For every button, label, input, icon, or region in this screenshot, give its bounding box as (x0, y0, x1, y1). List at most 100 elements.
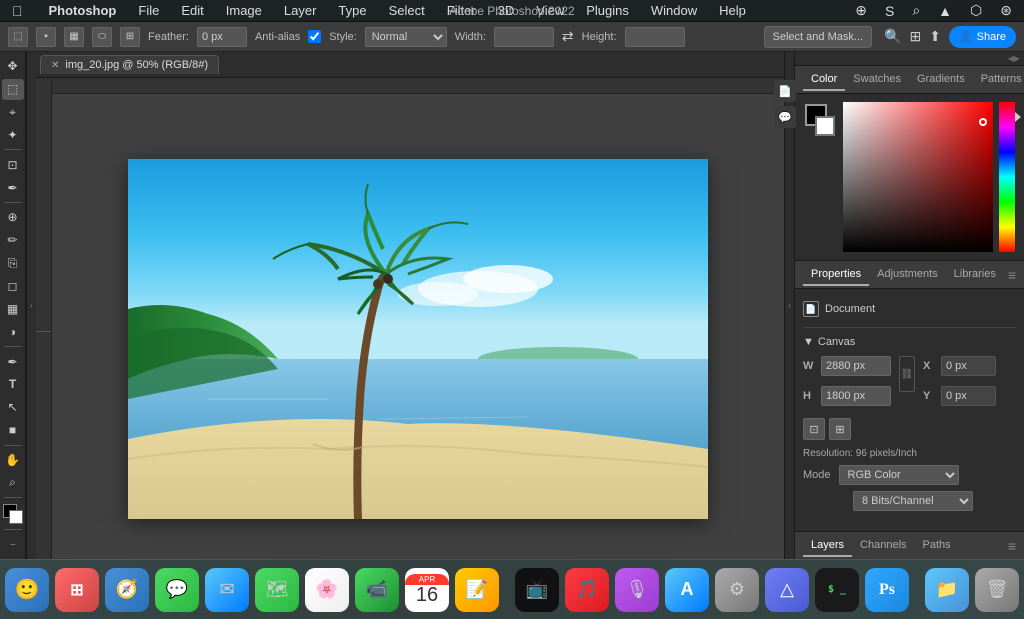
dock-photoshop[interactable]: Ps (865, 568, 909, 612)
mode-select[interactable]: RGB Color CMYK Color Grayscale Lab Color (839, 465, 959, 485)
height-input[interactable] (625, 27, 685, 47)
color-spectrum-bar[interactable] (999, 102, 1015, 252)
dock-appletv[interactable]: 📺 (515, 568, 559, 612)
tool-zoom[interactable]: ⌕ (2, 472, 24, 493)
tool-pen[interactable]: ✒ (2, 351, 24, 372)
properties-panel-menu-icon[interactable]: ≡ (1008, 267, 1016, 283)
tool-eyedropper[interactable]: ✒ (2, 177, 24, 198)
dock-altimeter[interactable]: △ (765, 568, 809, 612)
menu-type[interactable]: Type (334, 2, 370, 19)
width-input[interactable] (494, 27, 554, 47)
canvas-height-input[interactable] (821, 386, 891, 406)
dock-mail[interactable]: ✉ (205, 568, 249, 612)
dock-terminal[interactable]: $ _ (815, 568, 859, 612)
canvas-section-header[interactable]: ▼ Canvas (803, 336, 1016, 348)
share-button[interactable]: 👤 Share (949, 26, 1016, 48)
airdrop-icon[interactable]: ▲ (934, 2, 956, 20)
canvas-y-input[interactable] (941, 386, 996, 406)
anti-alias-checkbox[interactable] (308, 30, 321, 43)
dock-podcasts[interactable]: 🎙 (615, 568, 659, 612)
menu-edit[interactable]: Edit (177, 2, 207, 19)
tool-clone[interactable]: ⎘ (2, 253, 24, 274)
tool-shape-3[interactable]: ⬭ (92, 27, 112, 47)
panel-search-icon[interactable]: 🔍 (884, 28, 901, 45)
tool-shape-2[interactable]: ▦ (64, 27, 84, 47)
tab-color[interactable]: Color (803, 69, 845, 91)
menu-plugins[interactable]: Plugins (582, 2, 633, 19)
tab-properties[interactable]: Properties (803, 264, 869, 286)
apple-menu[interactable]:  (8, 2, 27, 20)
tab-adjustments[interactable]: Adjustments (869, 264, 946, 286)
canvas-image[interactable] (128, 159, 708, 519)
tool-marquee[interactable]: ⬚ (2, 79, 24, 100)
dock-safari[interactable]: 🧭 (105, 568, 149, 612)
select-mask-button[interactable]: Select and Mask... (764, 26, 873, 48)
fill-canvas-button[interactable]: ⊞ (829, 418, 851, 440)
tool-hand[interactable]: ✋ (2, 450, 24, 471)
tool-crop[interactable]: ⊡ (2, 154, 24, 175)
tool-move[interactable]: ✥ (2, 56, 24, 77)
menu-help[interactable]: Help (715, 2, 750, 19)
dock-launchpad[interactable]: ⊞ (55, 568, 99, 612)
dock-downloads[interactable]: 📁 (925, 568, 969, 612)
collapse-right-arrow[interactable]: › (784, 52, 794, 559)
document-tab[interactable]: ✕ img_20.jpg @ 50% (RGB/8#) (40, 55, 219, 74)
menu-window[interactable]: Window (647, 2, 701, 19)
document-button[interactable]: 📄 Document (803, 297, 1016, 321)
bits-select[interactable]: 8 Bits/Channel 16 Bits/Channel 32 Bits/C… (853, 491, 973, 511)
link-dimensions-button[interactable]: ⛓ (899, 356, 915, 392)
tab-layers[interactable]: Layers (803, 535, 852, 557)
tab-libraries[interactable]: Libraries (946, 264, 1004, 286)
panel-layer-icon[interactable]: 📄 (774, 80, 796, 102)
style-select[interactable]: Normal Fixed Ratio Fixed Size (365, 27, 447, 47)
tool-brush[interactable]: ✏ (2, 230, 24, 251)
color-gradient-picker[interactable] (843, 102, 993, 252)
swap-icon[interactable]: ⇄ (562, 28, 574, 45)
menu-layer[interactable]: Layer (280, 2, 321, 19)
fit-canvas-button[interactable]: ⊡ (803, 418, 825, 440)
tab-paths[interactable]: Paths (915, 535, 959, 557)
tool-lasso[interactable]: ⌖ (2, 102, 24, 123)
dock-messages[interactable]: 💬 (155, 568, 199, 612)
battery-icon[interactable]: ⬡ (966, 1, 986, 20)
dock-finder[interactable]: 🙂 (5, 568, 49, 612)
dock-facetime[interactable]: 📹 (355, 568, 399, 612)
tab-channels[interactable]: Channels (852, 535, 914, 557)
panel-cloud-icon[interactable]: ⬆ (929, 28, 941, 45)
tab-patterns[interactable]: Patterns (973, 69, 1024, 91)
siri-icon[interactable]: S (881, 2, 898, 20)
dock-systemprefs[interactable]: ⚙ (715, 568, 759, 612)
tool-shape[interactable]: ■ (2, 420, 24, 441)
toolbar-fg-color[interactable] (3, 504, 23, 523)
tool-type[interactable]: T (2, 374, 24, 395)
tool-preset-icon[interactable]: ⬚ (8, 27, 28, 47)
collapse-left-arrow[interactable]: ‹ (26, 52, 36, 559)
dock-notes[interactable]: 📝 (455, 568, 499, 612)
tool-magic-wand[interactable]: ✦ (2, 125, 24, 146)
dock-trash[interactable]: 🗑 (975, 568, 1019, 612)
canvas-x-input[interactable] (941, 356, 996, 376)
fg-bg-swatches[interactable] (803, 102, 837, 144)
tool-path[interactable]: ↖ (2, 397, 24, 418)
dock-appstore[interactable]: A (665, 568, 709, 612)
tool-shape-1[interactable]: ▪ (36, 27, 56, 47)
search-icon[interactable]: ⌕ (908, 1, 924, 20)
tool-heal[interactable]: ⊕ (2, 207, 24, 228)
toolbar-more[interactable]: ··· (2, 534, 24, 555)
control-center-icon[interactable]: ⊕ (851, 1, 871, 20)
app-name[interactable]: Photoshop (45, 2, 121, 19)
panel-layout-icon[interactable]: ⊞ (909, 28, 921, 45)
dock-maps[interactable]: 🗺 (255, 568, 299, 612)
menu-file[interactable]: File (134, 2, 163, 19)
menu-select[interactable]: Select (385, 2, 429, 19)
dock-calendar[interactable]: APR 16 (405, 568, 449, 612)
panel-comment-icon[interactable]: 💬 (774, 106, 796, 128)
wifi-icon[interactable]: ⊛ (996, 1, 1016, 20)
canvas-area[interactable] (36, 78, 784, 559)
tab-gradients[interactable]: Gradients (909, 69, 973, 91)
tool-dodge[interactable]: ◑ (2, 321, 24, 342)
tab-close-icon[interactable]: ✕ (51, 60, 59, 71)
canvas-width-input[interactable] (821, 356, 891, 376)
tab-swatches[interactable]: Swatches (845, 69, 909, 91)
tool-gradient[interactable]: ▦ (2, 299, 24, 320)
